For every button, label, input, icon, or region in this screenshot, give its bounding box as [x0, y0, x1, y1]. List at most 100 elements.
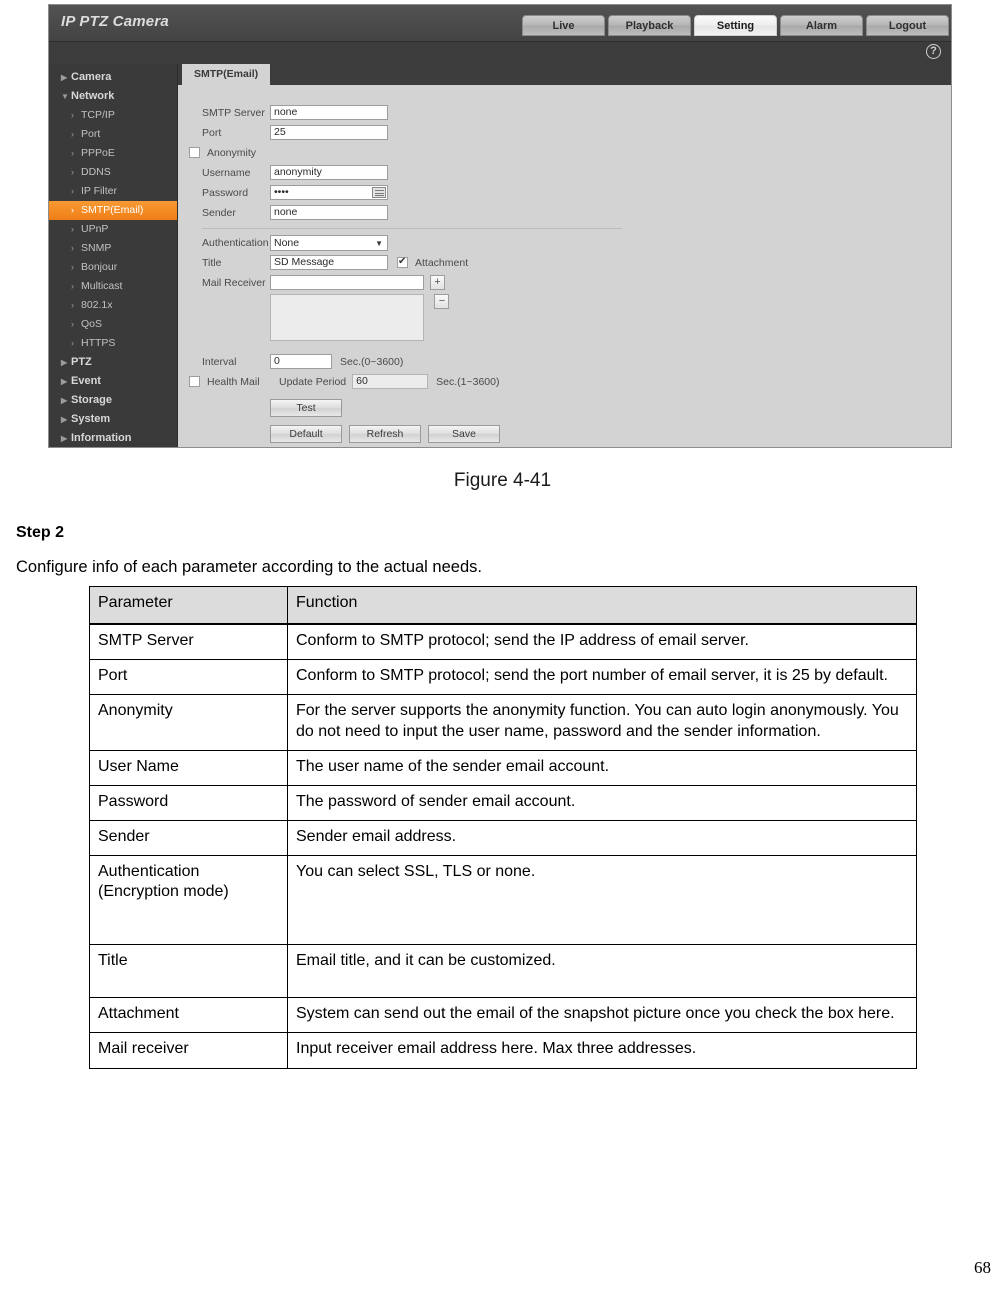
sidebar-item-information[interactable]: ▶ Information [49, 429, 177, 447]
nav-tab-live[interactable]: Live [522, 15, 605, 36]
sidebar-item-tcpip[interactable]: › TCP/IP [49, 106, 177, 125]
field-row-interval: Interval 0 Sec.(0~3600) [178, 354, 403, 369]
nav-tab-alarm[interactable]: Alarm [780, 15, 863, 36]
port-input[interactable]: 25 [270, 125, 388, 140]
sidebar-label-8021x: 802.1x [81, 299, 113, 311]
table-row: Sender Sender email address. [89, 820, 917, 857]
field-row-port: Port 25 [178, 125, 388, 140]
label-port: Port [202, 126, 222, 139]
sidebar-item-port[interactable]: › Port [49, 125, 177, 144]
cell-parameter: Sender [89, 820, 288, 857]
sidebar-item-snmp[interactable]: › SNMP [49, 239, 177, 258]
table-row: User Name The user name of the sender em… [89, 749, 917, 786]
app-title: IP PTZ Camera [61, 13, 169, 30]
cell-parameter: Authentication (Encryption mode) [89, 855, 288, 946]
sidebar-label-pppoe: PPPoE [81, 147, 115, 159]
virtual-keyboard-icon[interactable] [372, 186, 386, 198]
sidebar-item-bonjour[interactable]: › Bonjour [49, 258, 177, 277]
remove-receiver-button[interactable]: − [434, 294, 450, 309]
triangle-right-icon: ▶ [61, 73, 68, 82]
save-button[interactable]: Save [428, 425, 500, 443]
cell-parameter: User Name [89, 749, 288, 786]
add-receiver-button[interactable]: + [430, 275, 445, 290]
sidebar-label-upnp: UPnP [81, 223, 109, 235]
chevron-right-icon: › [71, 281, 74, 291]
sidebar-item-upnp[interactable]: › UPnP [49, 220, 177, 239]
attachment-checkbox[interactable] [397, 256, 408, 268]
sidebar-label-smtp-email: SMTP(Email) [81, 204, 144, 216]
sidebar-label-information: Information [71, 432, 132, 444]
sidebar-item-event[interactable]: ▶ Event [49, 372, 177, 391]
sidebar-item-https[interactable]: › HTTPS [49, 334, 177, 353]
figure-caption: Figure 4-41 [453, 470, 552, 491]
sidebar-label-bonjour: Bonjour [81, 261, 118, 273]
sidebar-label-ddns: DDNS [81, 166, 111, 178]
field-row-password: Password •••• [178, 185, 388, 200]
test-button[interactable]: Test [270, 399, 342, 417]
test-button-row: Test [270, 398, 342, 417]
chevron-down-icon: ▼ [375, 238, 383, 248]
label-title: Title [202, 256, 222, 269]
authentication-select[interactable]: None ▼ [270, 234, 388, 251]
settings-content-panel: SMTP(Email) SMTP Server none Port 25 Ano… [177, 64, 951, 447]
smtp-server-input[interactable]: none [270, 105, 388, 120]
field-row-title: Title SD Message Attachment [178, 255, 468, 270]
triangle-right-icon: ▶ [61, 396, 68, 405]
sidebar-item-8021x[interactable]: › 802.1x [49, 296, 177, 315]
username-input[interactable]: anonymity [270, 165, 388, 180]
chevron-right-icon: › [71, 300, 74, 310]
chevron-right-icon: › [71, 338, 74, 348]
cell-function: Sender email address. [287, 820, 917, 857]
chevron-right-icon: › [71, 110, 74, 120]
nav-tab-playback[interactable]: Playback [608, 15, 691, 36]
refresh-button[interactable]: Refresh [349, 425, 421, 443]
label-mail-receiver: Mail Receiver [202, 276, 266, 289]
title-input[interactable]: SD Message [270, 255, 388, 270]
password-input[interactable]: •••• [270, 185, 388, 200]
step-heading: Step 2 [16, 524, 65, 541]
sidebar-item-camera[interactable]: ▶ Camera [49, 68, 177, 87]
sidebar-item-ddns[interactable]: › DDNS [49, 163, 177, 182]
sidebar-item-ip-filter[interactable]: › IP Filter [49, 182, 177, 201]
sidebar-item-ptz[interactable]: ▶ PTZ [49, 353, 177, 372]
cell-function: You can select SSL, TLS or none. [287, 855, 917, 946]
nav-tab-setting[interactable]: Setting [694, 15, 777, 36]
sidebar-item-network[interactable]: ▼ Network [49, 87, 177, 106]
chevron-right-icon: › [71, 243, 74, 253]
chevron-right-icon: › [71, 262, 74, 272]
sidebar-item-multicast[interactable]: › Multicast [49, 277, 177, 296]
sidebar-item-smtp-email[interactable]: › SMTP(Email) [49, 201, 177, 220]
triangle-right-icon: ▶ [61, 434, 68, 443]
nav-tab-logout[interactable]: Logout [866, 15, 949, 36]
mail-receiver-input[interactable] [270, 275, 424, 290]
cell-parameter: Password [89, 784, 288, 822]
sidebar-item-system[interactable]: ▶ System [49, 410, 177, 429]
authentication-selected-value: None [274, 236, 300, 249]
sidebar-item-storage[interactable]: ▶ Storage [49, 391, 177, 410]
cell-function: Conform to SMTP protocol; send the IP ad… [287, 623, 917, 661]
table-row: Title Email title, and it can be customi… [89, 944, 917, 999]
label-password: Password [202, 186, 249, 199]
sidebar-item-qos[interactable]: › QoS [49, 315, 177, 334]
default-button[interactable]: Default [270, 425, 342, 443]
table-header-row: Parameter Function [89, 586, 917, 626]
update-period-input[interactable]: 60 [352, 374, 429, 389]
label-username: Username [202, 166, 251, 179]
triangle-right-icon: ▶ [61, 415, 68, 424]
sidebar-item-pppoe[interactable]: › PPPoE [49, 144, 177, 163]
anonymity-checkbox[interactable] [189, 147, 200, 158]
ui-header-bar: IP PTZ Camera Live Playback Setting Alar… [49, 5, 951, 42]
health-mail-checkbox[interactable] [189, 376, 200, 387]
camera-web-ui-screenshot: IP PTZ Camera Live Playback Setting Alar… [48, 4, 952, 448]
sidebar-label-system: System [71, 413, 111, 425]
panel-tab-strip [178, 64, 951, 85]
tab-smtp-email[interactable]: SMTP(Email) [182, 64, 271, 85]
sender-input[interactable]: none [270, 205, 388, 220]
interval-input[interactable]: 0 [270, 354, 332, 369]
smtp-email-form: SMTP Server none Port 25 Anonymity Usern… [178, 85, 951, 447]
cell-parameter: Port [89, 659, 288, 696]
ui-body: ▶ Camera ▼ Network › TCP/IP › Port › PPPoE › D… [49, 64, 951, 447]
help-icon[interactable]: ? [926, 44, 941, 59]
password-field-wrap: •••• [270, 185, 388, 200]
mail-receiver-list[interactable] [270, 294, 424, 341]
